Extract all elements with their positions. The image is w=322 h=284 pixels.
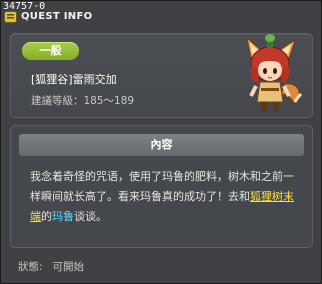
level-range: 185～189 — [83, 95, 135, 107]
quest-icon — [4, 11, 17, 23]
quest-category-tag: 一般 — [22, 42, 79, 60]
title-bar[interactable]: QUEST INFO — [1, 3, 321, 25]
npc-name-link[interactable]: 玛鲁 — [52, 210, 74, 223]
quest-content-panel: 內容 我念着奇怪的咒语，使用了玛鲁的肥料，树木和之前一样瞬间就长高了。看来玛鲁真… — [10, 125, 313, 248]
quest-status: 狀態: 可開始 — [18, 259, 84, 274]
quest-summary-panel: 一般 [狐狸谷]雷雨交加 建議等級：185～189 — [10, 33, 313, 118]
status-label: 狀態: — [18, 261, 43, 273]
status-value: 可開始 — [52, 261, 85, 273]
quest-info-window: 34757-0 QUEST INFO 一般 [狐狸谷]雷雨交加 建議等級：185… — [0, 0, 322, 284]
quest-description: 我念着奇怪的咒语，使用了玛鲁的肥料，树木和之前一样瞬间就长高了。看来玛鲁真的成功… — [30, 167, 300, 227]
description-text-connector: 的 — [41, 210, 52, 223]
quest-name: [狐狸谷]雷雨交加 — [31, 73, 117, 86]
content-header: 內容 — [19, 134, 304, 156]
level-label: 建議等級： — [31, 95, 84, 107]
npc-avatar-icon — [246, 34, 303, 112]
description-text-end: 谈谈。 — [74, 210, 107, 223]
recommended-level: 建議等級：185～189 — [31, 93, 134, 108]
window-title: QUEST INFO — [21, 11, 93, 22]
